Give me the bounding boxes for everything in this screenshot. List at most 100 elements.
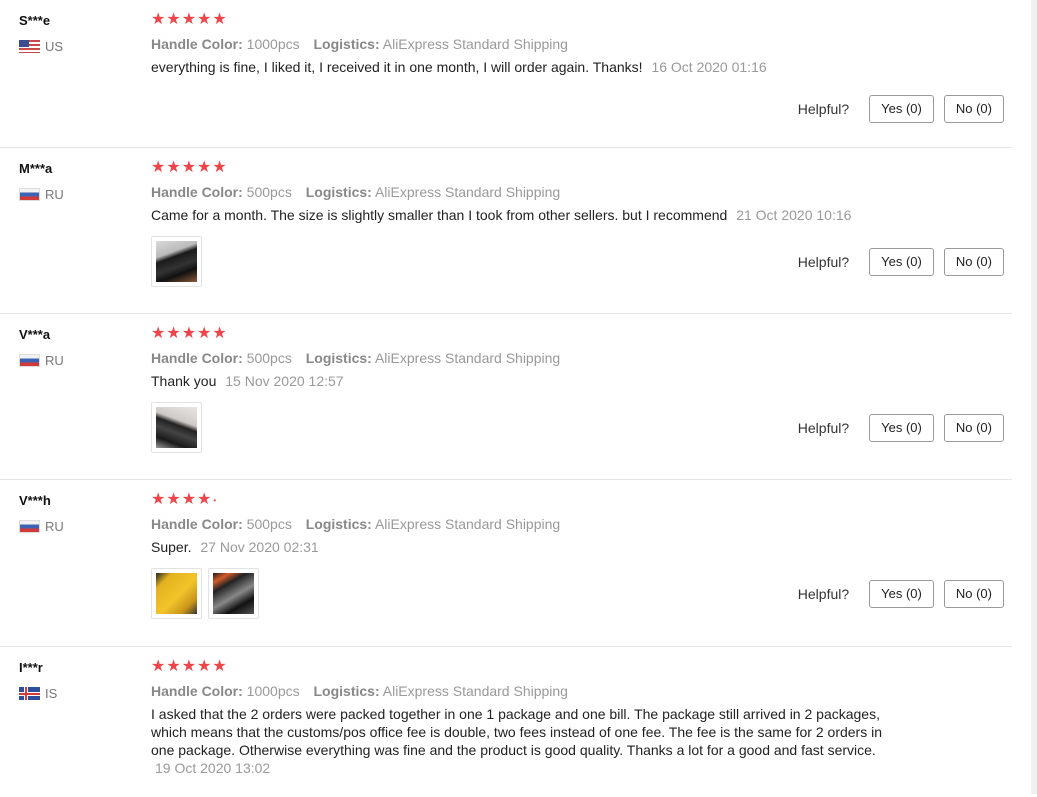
review-body: Super. [151, 539, 192, 555]
reviewer-name: M***a [19, 161, 53, 176]
reviewer-country: RU [19, 519, 139, 534]
country-code: IS [45, 686, 58, 701]
review-attributes: Handle Color: 1000pcs Logistics: AliExpr… [151, 682, 911, 700]
review-date: 19 Oct 2020 13:02 [155, 760, 271, 776]
reviewer-name: V***a [19, 327, 51, 342]
review-photo-thumbnail[interactable] [151, 236, 202, 287]
no-vote-button[interactable]: No (0) [943, 95, 1004, 123]
review-attributes: Handle Color: 500pcs Logistics: AliExpre… [151, 349, 911, 367]
star-icon: ★ [197, 658, 212, 675]
no-vote-button[interactable]: No (0) [943, 580, 1004, 608]
star-icon: ★ [151, 491, 166, 508]
star-icon: ★ [212, 658, 227, 675]
handle-color-label: Handle Color: [151, 350, 243, 366]
reviewer-info: V***h RU [19, 493, 139, 534]
review-text: Thank you 15 Nov 2020 12:57 [151, 372, 911, 390]
partial-star-icon: • [213, 495, 217, 505]
yes-vote-button[interactable]: Yes (0) [869, 248, 934, 276]
review-item: V***h RU ★ ★ ★ ★ • Handle Color: 500pcs Logi… [0, 480, 1012, 647]
star-icon: ★ [197, 11, 212, 28]
star-icon: ★ [151, 11, 166, 28]
review-body: everything is fine, I liked it, I receiv… [151, 59, 643, 75]
handle-color-value: 1000pcs [246, 36, 300, 52]
handle-color-value: 500pcs [246, 350, 292, 366]
reviewer-country: IS [19, 686, 139, 701]
logistics-value: AliExpress Standard Shipping [382, 683, 568, 699]
handle-color-label: Handle Color: [151, 184, 243, 200]
logistics-label: Logistics: [305, 516, 372, 532]
logistics-value: AliExpress Standard Shipping [382, 36, 568, 52]
review-text: I asked that the 2 orders were packed to… [151, 705, 903, 777]
star-icon: ★ [151, 658, 166, 675]
logistics-label: Logistics: [305, 184, 372, 200]
logistics-value: AliExpress Standard Shipping [374, 184, 561, 200]
helpful-votes: Helpful? Yes (0) No (0) [798, 248, 1004, 276]
review-text: Came for a month. The size is slightly s… [151, 206, 911, 224]
helpful-votes: Helpful? Yes (0) No (0) [798, 414, 1004, 442]
reviewer-country: RU [19, 353, 139, 368]
review-photo-thumbnail[interactable] [151, 402, 202, 453]
handle-color-value: 1000pcs [246, 683, 300, 699]
logistics-value: AliExpress Standard Shipping [374, 516, 561, 532]
yes-vote-button[interactable]: Yes (0) [869, 580, 934, 608]
handle-color-label: Handle Color: [151, 683, 243, 699]
star-icon: ★ [212, 159, 227, 176]
logistics-label: Logistics: [305, 350, 372, 366]
star-icon: ★ [181, 159, 197, 176]
star-rating: ★ ★ ★ ★ • [151, 492, 911, 508]
star-icon: ★ [197, 491, 212, 508]
handle-color-label: Handle Color: [151, 36, 243, 52]
helpful-label: Helpful? [797, 420, 850, 436]
yes-vote-button[interactable]: Yes (0) [869, 95, 934, 123]
review-list: S***e US ★ ★ ★ ★ ★ Handle Color: 1000pcs Log… [0, 0, 1012, 797]
review-photo-thumbnail[interactable] [208, 568, 259, 619]
helpful-votes: Helpful? Yes (0) No (0) [798, 95, 1004, 123]
country-code: RU [45, 187, 64, 202]
reviewer-name: S***e [19, 13, 51, 28]
logistics-value: AliExpress Standard Shipping [374, 350, 561, 366]
scrollbar[interactable] [1031, 0, 1037, 794]
reviewer-info: I***r IS [19, 660, 139, 701]
star-rating: ★ ★ ★ ★ ★ [151, 12, 911, 28]
review-date: 27 Nov 2020 02:31 [200, 539, 319, 555]
reviewer-country: RU [19, 187, 139, 202]
handle-color-label: Handle Color: [151, 516, 243, 532]
star-rating: ★ ★ ★ ★ ★ [151, 659, 911, 675]
helpful-votes: Helpful? Yes (0) No (0) [798, 580, 1004, 608]
review-attributes: Handle Color: 1000pcs Logistics: AliExpr… [151, 35, 911, 53]
handle-color-value: 500pcs [246, 516, 292, 532]
review-attributes: Handle Color: 500pcs Logistics: AliExpre… [151, 515, 911, 533]
us-flag-icon [19, 40, 40, 53]
review-date: 16 Oct 2020 01:16 [651, 59, 767, 75]
yes-vote-button[interactable]: Yes (0) [869, 414, 934, 442]
ru-flag-icon [19, 520, 40, 533]
reviewer-info: M***a RU [19, 161, 139, 202]
star-icon: ★ [166, 658, 181, 675]
country-code: RU [45, 353, 64, 368]
reviewer-name: V***h [19, 493, 51, 508]
review-text: everything is fine, I liked it, I receiv… [151, 58, 911, 76]
no-vote-button[interactable]: No (0) [943, 248, 1004, 276]
review-date: 15 Nov 2020 12:57 [225, 373, 344, 389]
helpful-label: Helpful? [797, 254, 850, 270]
reviewer-info: V***a RU [19, 327, 139, 368]
review-photo-thumbnail[interactable] [151, 568, 202, 619]
handle-color-value: 500pcs [246, 184, 292, 200]
logistics-label: Logistics: [313, 683, 380, 699]
star-icon: ★ [166, 325, 181, 342]
review-body: Thank you [151, 373, 217, 389]
no-vote-button[interactable]: No (0) [943, 414, 1004, 442]
review-date: 21 Oct 2020 10:16 [736, 207, 852, 223]
star-icon: ★ [166, 491, 181, 508]
star-icon: ★ [151, 325, 166, 342]
reviewer-info: S***e US [19, 13, 139, 54]
star-icon: ★ [181, 325, 197, 342]
logistics-label: Logistics: [313, 36, 380, 52]
star-icon: ★ [181, 658, 197, 675]
review-text: Super. 27 Nov 2020 02:31 [151, 538, 911, 556]
star-icon: ★ [166, 159, 181, 176]
star-icon: ★ [151, 159, 166, 176]
country-code: RU [45, 519, 64, 534]
review-body: I asked that the 2 orders were packed to… [151, 706, 883, 758]
reviewer-country: US [19, 39, 139, 54]
